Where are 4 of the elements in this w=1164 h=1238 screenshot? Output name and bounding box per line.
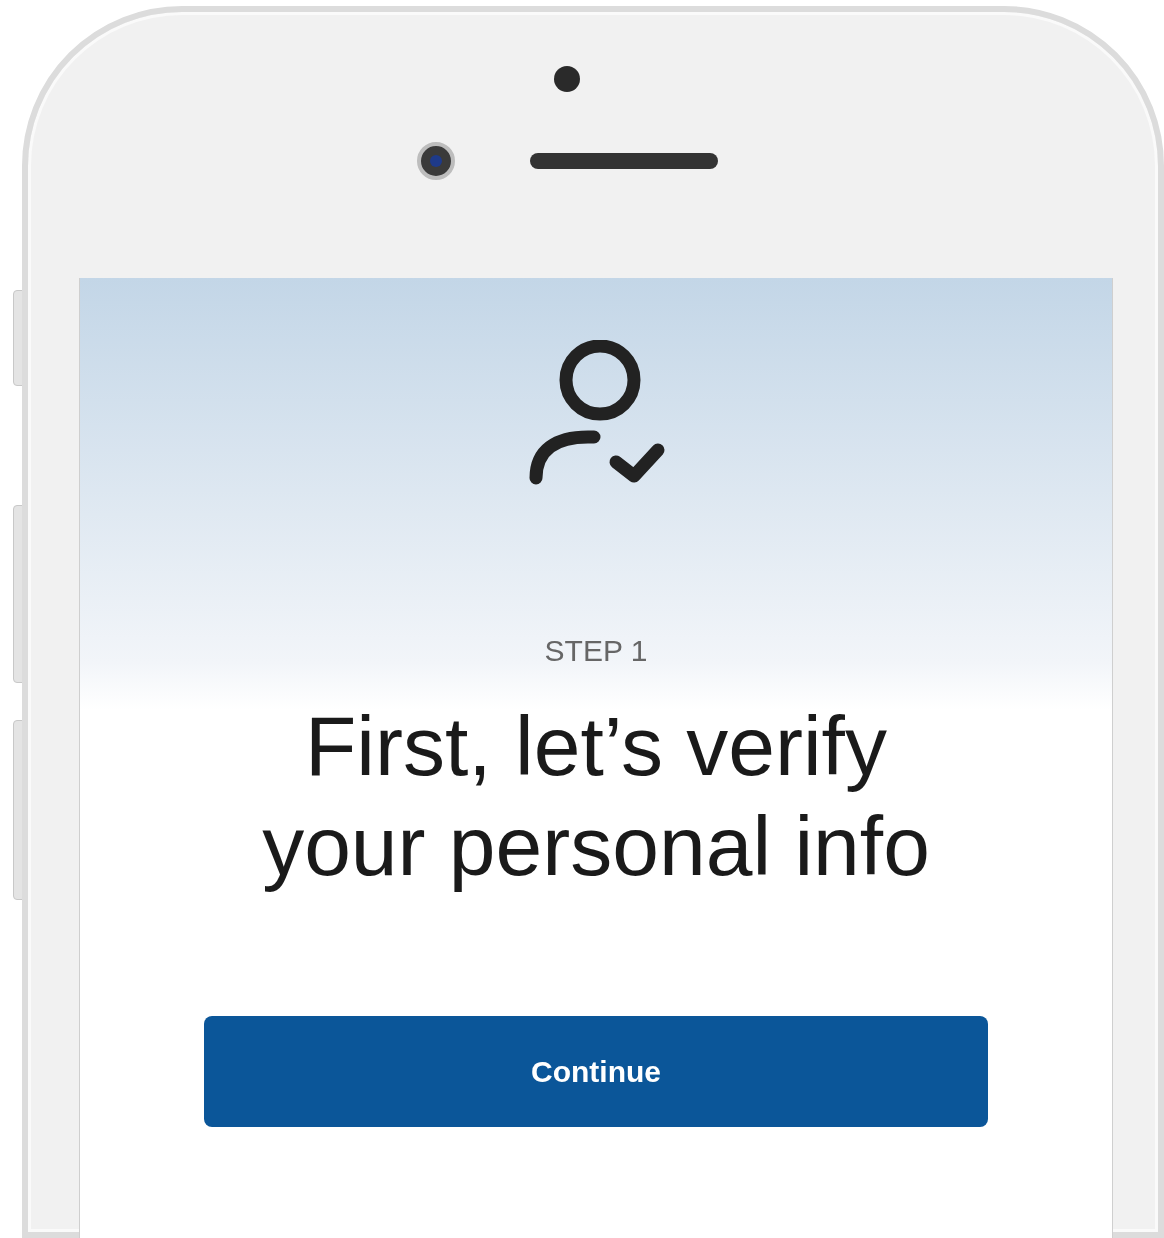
- speaker-icon: [529, 153, 718, 169]
- heading: First, let’s verify your personal info: [261, 698, 931, 895]
- step-label: STEP 1: [544, 636, 648, 666]
- continue-button[interactable]: Continue: [204, 1016, 988, 1127]
